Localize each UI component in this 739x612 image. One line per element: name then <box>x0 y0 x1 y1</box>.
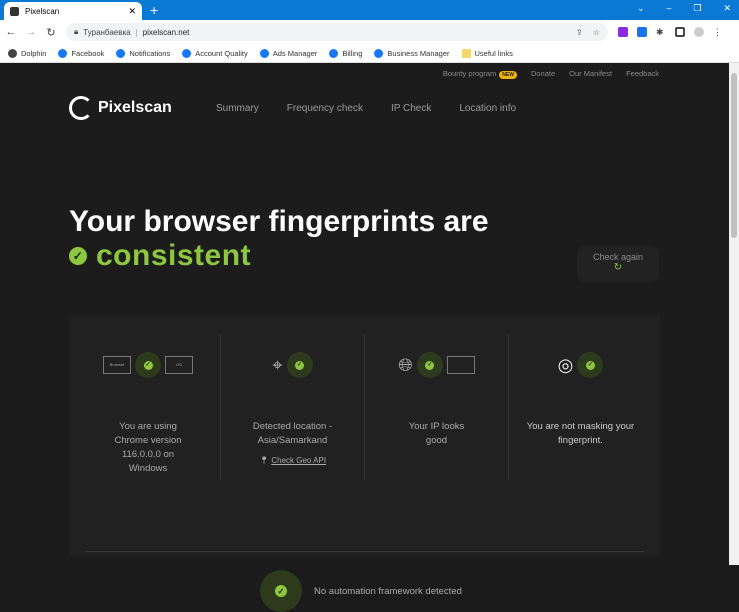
folder-icon <box>461 48 471 58</box>
hero-title: Your browser fingerprints are <box>69 205 489 238</box>
bookmark-folder-useful-links[interactable]: Useful links <box>461 48 513 58</box>
star-icon[interactable]: ☆ <box>593 28 600 37</box>
refresh-icon: ↻ <box>613 262 623 273</box>
ip-check-text: Your IP looks good <box>408 421 465 446</box>
fingerprint-check: ◎ ✓ You are not masking your fingerprint. <box>508 335 652 480</box>
bookmark-label: Ads Manager <box>272 48 318 58</box>
facebook-icon <box>329 48 339 58</box>
browser-toolbar: ← → ↻ 🔒︎ Туранбаевка | pixelscan.net ⇪ ☆ ✱… <box>0 20 739 44</box>
check-geo-api-link[interactable]: Check Geo API <box>271 456 326 465</box>
reload-button[interactable]: ↻ <box>42 26 60 39</box>
url-text: pixelscan.net <box>142 27 190 37</box>
nav-ip-check[interactable]: IP Check <box>391 103 431 114</box>
bookmark-label: Account Quality <box>195 48 248 58</box>
check-again-button[interactable]: Check again ↻ <box>577 246 659 282</box>
profile-icon[interactable] <box>694 27 704 37</box>
check-icon: ✓ <box>275 585 287 597</box>
bookmark-label: Facebook <box>71 48 105 58</box>
extension-icon[interactable] <box>637 27 647 37</box>
check-icon: ✓ <box>585 360 595 370</box>
fingerprint-icon: ◎ <box>557 355 574 375</box>
tab-title: Pixelscan <box>25 6 60 16</box>
logo[interactable]: Pixelscan <box>69 96 172 120</box>
bookmark-label: Billing <box>342 48 363 58</box>
divider <box>86 551 644 552</box>
bookmark-ads-manager[interactable]: Ads Manager <box>259 48 318 58</box>
close-tab-icon[interactable]: ✕ <box>128 6 136 17</box>
bookmark-label: Useful links <box>474 48 513 58</box>
results-card: Browser ✓ OS You are using Chrome version … <box>70 315 660 612</box>
side-panel-icon[interactable] <box>675 27 685 37</box>
globe-icon: 🌐︎ <box>398 355 413 375</box>
facebook-icon <box>58 48 68 58</box>
nav-summary[interactable]: Summary <box>216 103 259 114</box>
bounty-label: Bounty program <box>442 69 497 78</box>
pin-icon: 📍︎ <box>258 456 270 465</box>
nav-frequency-check[interactable]: Frequency check <box>287 103 363 114</box>
address-bar[interactable]: 🔒︎ Туранбаевка | pixelscan.net ⇪ ☆ <box>66 23 608 41</box>
laptop-icon <box>446 356 475 374</box>
check-icon: ✓ <box>69 247 87 265</box>
address-location: Туранбаевка <box>83 27 131 37</box>
browser-check: Browser ✓ OS You are using Chrome version … <box>76 335 220 480</box>
bookmarks-bar: Dolphin Facebook Notifications Account Q… <box>0 44 739 63</box>
manifest-link[interactable]: Our Manifest <box>569 69 612 78</box>
bookmark-label: Notifications <box>129 48 171 58</box>
browser-check-text: You are using Chrome version 116.0.0.0 o… <box>114 421 182 474</box>
lock-icon: 🔒︎ <box>74 27 79 36</box>
facebook-icon <box>374 48 384 58</box>
bookmark-label: Dolphin <box>21 48 47 58</box>
menu-icon[interactable]: ⋮ <box>713 27 723 37</box>
location-check-text: Detected location - Asia/Samarkand <box>252 421 333 446</box>
browser-tab[interactable]: Pixelscan ✕ <box>4 2 142 20</box>
logo-text: Pixelscan <box>98 99 172 116</box>
fingerprint-check-text: You are not masking your fingerprint. <box>526 421 635 446</box>
share-icon[interactable]: ⇪ <box>576 28 583 37</box>
logo-icon <box>69 96 93 120</box>
bookmark-facebook[interactable]: Facebook <box>58 48 105 58</box>
extension-icon[interactable] <box>618 27 628 37</box>
browser-titlebar: Pixelscan ✕ + ⌄ – ❐ ✕ <box>0 0 739 20</box>
bookmark-dolphin[interactable]: Dolphin <box>8 48 47 58</box>
bookmark-business-manager[interactable]: Business Manager <box>374 48 450 58</box>
bookmark-notifications[interactable]: Notifications <box>116 48 171 58</box>
check-again-label: Check again <box>592 252 644 262</box>
scrollbar[interactable] <box>729 63 739 565</box>
facebook-icon <box>116 48 126 58</box>
new-tab-button[interactable]: + <box>150 2 158 18</box>
automation-status: No automation framework detected <box>314 585 462 597</box>
forward-button[interactable]: → <box>22 26 40 38</box>
bookmark-billing[interactable]: Billing <box>329 48 363 58</box>
facebook-icon <box>182 48 192 58</box>
browser-box-icon: Browser <box>103 356 131 374</box>
bounty-link[interactable]: Bounty program NEW <box>442 69 517 79</box>
new-badge: NEW <box>499 71 517 79</box>
feedback-link[interactable]: Feedback <box>626 69 659 78</box>
os-box-icon: OS <box>165 356 193 374</box>
close-window-button[interactable]: ✕ <box>723 3 731 14</box>
tab-search-icon[interactable]: ⌄ <box>637 3 645 14</box>
scrollbar-thumb[interactable] <box>731 73 737 238</box>
hero-status: consistent <box>96 239 252 272</box>
donate-link[interactable]: Donate <box>531 69 555 78</box>
restore-button[interactable]: ❐ <box>693 3 701 14</box>
dolphin-icon <box>8 48 17 58</box>
check-icon: ✓ <box>143 360 153 370</box>
facebook-icon <box>259 48 269 58</box>
check-icon: ✓ <box>425 360 435 370</box>
bookmark-label: Business Manager <box>387 48 450 58</box>
nav-location-info[interactable]: Location info <box>459 103 516 114</box>
location-check: ⌖ ✓ Detected location - Asia/Samarkand 📍︎… <box>220 335 364 480</box>
ip-check: 🌐︎ ✓ Your IP looks good <box>364 335 508 480</box>
puzzle-icon[interactable]: ✱ <box>656 27 666 37</box>
bookmark-account-quality[interactable]: Account Quality <box>182 48 248 58</box>
favicon-icon <box>10 6 19 16</box>
page-content: Bounty program NEW Donate Our Manifest Fe… <box>0 63 729 612</box>
check-icon: ✓ <box>295 360 305 370</box>
minimize-button[interactable]: – <box>666 3 671 14</box>
map-pin-icon: ⌖ <box>272 355 283 375</box>
back-button[interactable]: ← <box>2 26 20 38</box>
